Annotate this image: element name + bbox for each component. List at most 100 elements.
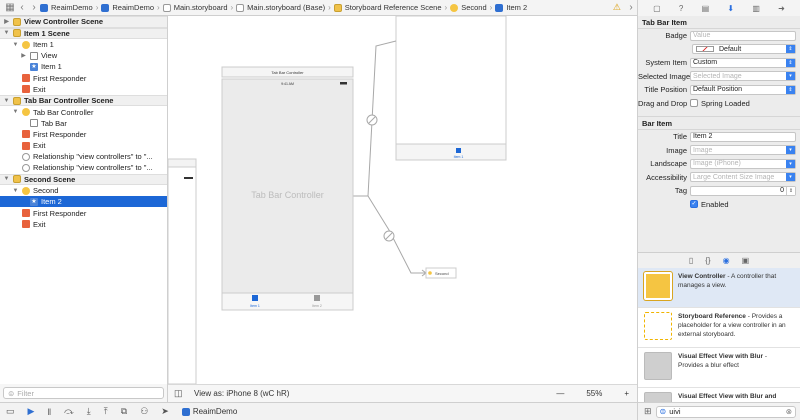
outline-item[interactable]: First Responder — [0, 73, 167, 84]
disclosure-open-icon[interactable]: ▼ — [3, 98, 10, 104]
outline-scene-header[interactable]: ▼ Item 1 Scene — [0, 27, 167, 39]
quick-help-icon[interactable]: ? — [679, 4, 683, 13]
outline-item[interactable]: Exit — [0, 140, 167, 151]
outline-item[interactable]: First Responder — [0, 129, 167, 140]
outline-scene-header[interactable]: ▼ Second Scene — [0, 173, 167, 186]
first-responder-icon — [22, 130, 30, 139]
breadcrumb-item[interactable]: Item 2 — [495, 3, 527, 12]
badge-input[interactable]: Value — [690, 30, 796, 41]
outline-item[interactable]: ★ Item 1 — [0, 61, 167, 72]
library-item[interactable]: Visual Effect View with Blur - Provides … — [638, 348, 800, 388]
outline-item[interactable]: ▼ Second — [0, 185, 167, 196]
hide-debug-icon[interactable]: ▭ — [6, 406, 15, 417]
enabled-checkbox[interactable]: ✓ — [690, 200, 698, 209]
step-into-icon[interactable]: ⤓ — [87, 406, 91, 417]
tab-item1-icon[interactable] — [252, 295, 258, 301]
view-hierarchy-icon[interactable]: ⧉ — [121, 406, 127, 417]
system-item-select[interactable]: Custom ⇕ — [690, 57, 796, 68]
breadcrumb-item[interactable]: ReaimDemo — [101, 3, 154, 12]
outline-item[interactable]: ▼ Tab Bar Controller — [0, 106, 167, 117]
library-item-title: Visual Effect View with Blur and — [678, 393, 777, 400]
chevron-down-icon: ▾ — [786, 173, 795, 182]
identity-inspector-icon[interactable]: ▤ — [702, 4, 710, 13]
disclosure-icon[interactable]: ▶ — [20, 52, 27, 59]
selected-image-select[interactable]: Selected Image ▾ — [690, 71, 796, 82]
tag-stepper[interactable]: 0 ⇕ — [690, 185, 796, 196]
library-search-input[interactable]: ⊜ uivi ⊗ — [655, 405, 796, 418]
outline-item[interactable]: ▶ View — [0, 50, 167, 61]
outline-item[interactable]: Exit — [0, 84, 167, 95]
zoom-out-button[interactable]: — — [556, 389, 564, 398]
filter-input[interactable]: ⊜ Filter — [3, 387, 164, 399]
breadcrumb-item[interactable]: Storyboard Reference Scene — [333, 3, 442, 12]
library-item[interactable]: Visual Effect View with Blur and — [638, 388, 800, 402]
step-out-icon[interactable]: ⤒ — [104, 406, 108, 417]
grid-view-icon[interactable]: ⊞ — [644, 406, 652, 417]
sidebar-toggle-icon[interactable]: ◫ — [174, 388, 183, 399]
code-snippet-icon[interactable]: {} — [705, 256, 710, 265]
image-select[interactable]: Image ▾ — [690, 145, 796, 156]
outline-scene-header[interactable]: ▼ Tab Bar Controller Scene — [0, 94, 167, 107]
chevron-right-icon[interactable]: › — [625, 2, 637, 13]
disclosure-icon[interactable]: ▼ — [12, 188, 19, 194]
disclosure-icon[interactable]: ▼ — [12, 109, 19, 115]
badge-color-select[interactable]: Default ⇕ — [692, 44, 796, 55]
outline-item[interactable]: Tab Bar — [0, 118, 167, 129]
view-icon — [30, 51, 38, 60]
accessibility-select[interactable]: Large Content Size Image ▾ — [690, 172, 796, 183]
breadcrumb-item[interactable]: Second — [450, 3, 487, 12]
image-row: Image Image ▾ — [638, 144, 800, 158]
title-input[interactable]: Item 2 — [690, 131, 796, 142]
attributes-inspector-icon[interactable]: ⬇ — [727, 4, 734, 13]
outline-item-label: First Responder — [33, 73, 87, 83]
storyboard-canvas[interactable]: Item 1 Second Tab Bar Controller 9:41 AM… — [168, 16, 637, 384]
item1-scene[interactable] — [395, 16, 507, 161]
pause-icon[interactable]: ‖ — [47, 407, 51, 417]
library-item[interactable]: Storyboard Reference - Provides a placeh… — [638, 308, 800, 348]
outline-item[interactable]: ▼ Item 1 — [0, 39, 167, 50]
spring-loaded-checkbox[interactable] — [690, 99, 698, 108]
breakpoints-icon[interactable]: ▶ — [28, 406, 35, 417]
location-icon[interactable]: ➤ — [161, 406, 169, 417]
disclosure-icon[interactable]: ▼ — [12, 42, 19, 48]
outline-item[interactable]: First Responder — [0, 207, 167, 218]
disclosure-closed-icon[interactable]: ▶ — [3, 18, 10, 25]
outline-item[interactable]: Relationship "view controllers" to "... — [0, 151, 167, 162]
scene-title: View Controller Scene — [24, 17, 104, 27]
zoom-in-button[interactable]: + — [624, 389, 629, 398]
outline-item[interactable]: ★ Item 2 — [0, 196, 167, 208]
first-responder-icon — [22, 209, 30, 218]
object-library-icon[interactable]: ◉ — [723, 256, 730, 265]
grid-icon[interactable]: ▦ — [4, 2, 16, 13]
memory-graph-icon[interactable]: ⚇ — [140, 406, 148, 417]
outline-scene-header[interactable]: ▶ View Controller Scene — [0, 16, 167, 28]
back-icon[interactable]: ‹ — [16, 2, 28, 13]
breadcrumb-item[interactable]: Main.storyboard (Base) — [236, 3, 325, 12]
breadcrumb-item[interactable]: Main.storyboard — [162, 3, 228, 12]
outline-item[interactable]: Relationship "view controllers" to "... — [0, 162, 167, 173]
connections-inspector-icon[interactable]: ➜ — [778, 4, 785, 13]
view-as-button[interactable]: View as: iPhone 8 (wC hR) — [194, 389, 289, 398]
scheme-item[interactable]: ReaimDemo — [181, 407, 237, 416]
stepper-arrows-icon[interactable]: ⇕ — [786, 186, 795, 195]
disclosure-open-icon[interactable]: ▼ — [3, 30, 10, 36]
breadcrumb-label: Second — [461, 3, 487, 12]
file-template-icon[interactable]: ▯ — [689, 256, 693, 265]
landscape-select[interactable]: Image (iPhone) ▾ — [690, 158, 796, 169]
file-inspector-icon[interactable]: ▢ — [653, 4, 661, 13]
outline-item[interactable]: Exit — [0, 219, 167, 230]
size-inspector-icon[interactable]: ▥ — [752, 4, 760, 13]
partial-scene[interactable] — [168, 158, 197, 384]
clear-icon[interactable]: ⊗ — [786, 407, 792, 416]
step-over-icon[interactable]: ⤼ — [64, 406, 74, 417]
library-item[interactable]: View Controller - A controller that mana… — [638, 268, 800, 308]
disclosure-open-icon[interactable]: ▼ — [3, 176, 10, 182]
first-responder-icon — [22, 74, 30, 83]
forward-icon[interactable]: › — [28, 2, 40, 13]
warning-icon[interactable]: ⚠ — [613, 2, 625, 13]
breadcrumb-item[interactable]: ReaimDemo — [40, 3, 93, 12]
tbc-placeholder-label: Tab Bar Controller — [251, 190, 324, 200]
media-library-icon[interactable]: ▣ — [742, 256, 750, 265]
tab-item2-icon[interactable] — [314, 295, 320, 301]
title-position-select[interactable]: Default Position ⇕ — [690, 84, 796, 95]
